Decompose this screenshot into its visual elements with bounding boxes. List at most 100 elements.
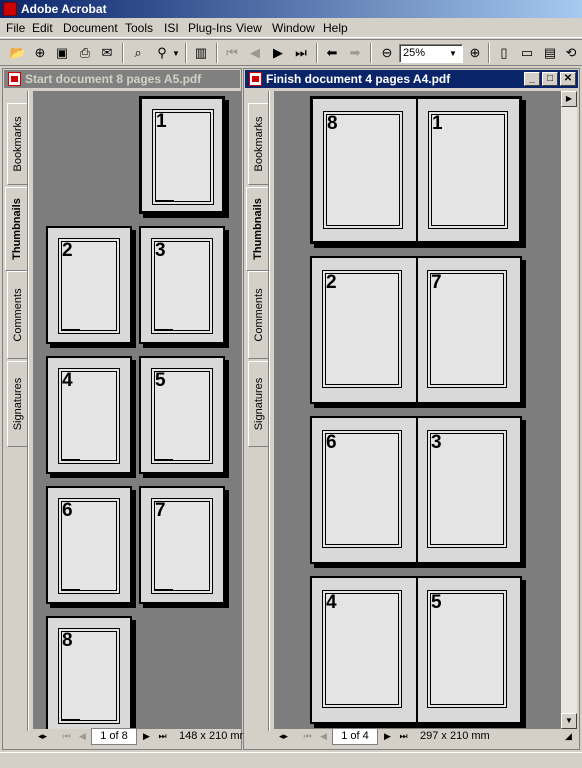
- page-thumbnail[interactable]: 6: [46, 486, 132, 604]
- previous-page-icon[interactable]: ◀: [316, 729, 331, 744]
- page-thumbnail[interactable]: 2: [46, 226, 132, 344]
- page-footer-text: [326, 544, 352, 545]
- tab-bookmarks[interactable]: Bookmarks: [248, 103, 268, 185]
- page-thumbnail[interactable]: 3: [139, 226, 225, 344]
- actual-size-icon[interactable]: ▯: [494, 43, 514, 63]
- page-number-field[interactable]: 1 of 8: [91, 728, 137, 745]
- page-thumbnail[interactable]: 8: [46, 616, 132, 729]
- finish-document-page-view[interactable]: 8 1 2 7 6 3 4 5: [274, 91, 561, 729]
- last-page-icon[interactable]: ⏭: [291, 43, 311, 63]
- go-back-icon[interactable]: ⬅: [322, 43, 342, 63]
- page-footer-text: [156, 200, 174, 201]
- menu-help[interactable]: Help: [323, 21, 348, 35]
- tab-bookmarks[interactable]: Bookmarks: [7, 103, 27, 185]
- page-number: 8: [327, 113, 338, 134]
- previous-page-icon[interactable]: ◀: [75, 729, 90, 744]
- first-page-icon[interactable]: ⏮: [59, 729, 74, 744]
- page-footer-text: [326, 704, 352, 705]
- scroll-down-icon[interactable]: ▼: [561, 713, 577, 729]
- first-page-icon[interactable]: ⏮: [222, 43, 242, 63]
- spread-thumbnail[interactable]: 8 1: [310, 96, 522, 244]
- rotate-view-icon[interactable]: ⟲: [561, 43, 581, 63]
- minimize-button[interactable]: _: [524, 72, 540, 86]
- last-page-icon[interactable]: ⏭: [396, 729, 411, 744]
- page-number: 5: [431, 592, 442, 613]
- page-thumbnail[interactable]: 1: [139, 96, 225, 214]
- fit-width-icon[interactable]: ▤: [540, 43, 560, 63]
- fit-page-icon[interactable]: ▭: [517, 43, 537, 63]
- spread-thumbnail[interactable]: 6 3: [310, 416, 522, 564]
- pane-divider[interactable]: [268, 91, 270, 731]
- hscroll-left-icon[interactable]: ◂▸: [35, 729, 50, 744]
- menu-view[interactable]: View: [236, 21, 262, 35]
- finish-document-title: Finish document 4 pages A4.pdf: [266, 72, 451, 86]
- right-navigation-tabs: Bookmarks Thumbnails Comments Signatures: [246, 91, 270, 731]
- page-thumbnail[interactable]: 7: [139, 486, 225, 604]
- pdf-document-icon: [8, 72, 21, 86]
- search-dropdown-icon[interactable]: ▼: [170, 43, 182, 63]
- page-number-field[interactable]: 1 of 4: [332, 728, 378, 745]
- last-page-icon[interactable]: ⏭: [155, 729, 170, 744]
- app-titlebar: Adobe Acrobat: [0, 0, 582, 18]
- find-icon[interactable]: ⌕: [128, 43, 148, 63]
- menu-isi[interactable]: ISI: [164, 21, 179, 35]
- page-footer-text: [62, 459, 80, 460]
- scroll-up-icon[interactable]: ▶: [561, 91, 577, 107]
- start-document-title: Start document 8 pages A5.pdf: [25, 72, 202, 86]
- email-icon[interactable]: ✉: [97, 43, 117, 63]
- tab-signatures[interactable]: Signatures: [7, 361, 27, 447]
- tab-thumbnails[interactable]: Thumbnails: [5, 187, 27, 271]
- page-number: 7: [155, 500, 166, 521]
- next-page-icon[interactable]: ▶: [139, 729, 154, 744]
- spread-thumbnail[interactable]: 2 7: [310, 256, 522, 404]
- search-icon[interactable]: ⚲: [152, 43, 172, 63]
- zoom-dropdown-icon[interactable]: ▼: [444, 43, 462, 63]
- tab-comments[interactable]: Comments: [7, 271, 27, 359]
- page-footer-text: [155, 589, 173, 590]
- next-page-icon[interactable]: ▶: [380, 729, 395, 744]
- tab-signatures[interactable]: Signatures: [248, 361, 268, 447]
- go-forward-icon[interactable]: ➡: [345, 43, 365, 63]
- menu-file[interactable]: File: [6, 21, 25, 35]
- page-footer-text: [155, 459, 173, 460]
- toolbar-separator: [488, 43, 490, 63]
- app-title: Adobe Acrobat: [21, 2, 107, 16]
- menu-plugins[interactable]: Plug-Ins: [188, 21, 232, 35]
- page-number: 4: [326, 592, 337, 613]
- first-page-icon[interactable]: ⏮: [300, 729, 315, 744]
- spread-fold: [416, 418, 418, 562]
- save-icon[interactable]: ▣: [52, 43, 72, 63]
- page-number: 7: [431, 272, 442, 293]
- menu-edit[interactable]: Edit: [32, 21, 53, 35]
- page-number: 2: [62, 240, 73, 261]
- menu-window[interactable]: Window: [272, 21, 315, 35]
- page-number: 3: [431, 432, 442, 453]
- spread-thumbnail[interactable]: 4 5: [310, 576, 522, 724]
- hscroll-left-icon[interactable]: ◂▸: [276, 729, 291, 744]
- next-page-icon[interactable]: ▶: [268, 43, 288, 63]
- page-thumbnail[interactable]: 5: [139, 356, 225, 474]
- menu-document[interactable]: Document: [63, 21, 118, 35]
- zoom-value: 25%: [403, 47, 426, 59]
- previous-page-icon[interactable]: ◀: [245, 43, 265, 63]
- spread-fold: [416, 578, 418, 722]
- tab-thumbnails[interactable]: Thumbnails: [246, 187, 268, 271]
- show-navigation-pane-icon[interactable]: ▥: [191, 43, 211, 63]
- zoom-out-icon[interactable]: ⊖: [377, 43, 397, 63]
- tab-comments[interactable]: Comments: [248, 271, 268, 359]
- open-web-icon[interactable]: ⊕: [30, 43, 50, 63]
- page-number: 8: [62, 630, 73, 651]
- page-thumbnail[interactable]: 4: [46, 356, 132, 474]
- pane-divider[interactable]: [27, 91, 29, 731]
- maximize-button[interactable]: □: [542, 72, 558, 86]
- start-document-page-view[interactable]: 1 2 3 4 5 6 7 8: [33, 91, 241, 729]
- vertical-scrollbar[interactable]: ▶ ▼: [561, 91, 577, 729]
- resize-corner-icon[interactable]: ◢: [561, 729, 576, 744]
- print-icon[interactable]: ⎙: [75, 43, 95, 63]
- start-document-titlebar: Start document 8 pages A5.pdf: [4, 70, 240, 88]
- open-icon[interactable]: 📂: [8, 43, 28, 63]
- zoom-in-icon[interactable]: ⊕: [465, 43, 485, 63]
- close-button[interactable]: ✕: [560, 72, 576, 86]
- menu-tools[interactable]: Tools: [125, 21, 153, 35]
- finish-document-statusbar: ◂▸ ⏮ ◀ 1 of 4 ▶ ⏭ 297 x 210 mm ◢: [274, 728, 577, 746]
